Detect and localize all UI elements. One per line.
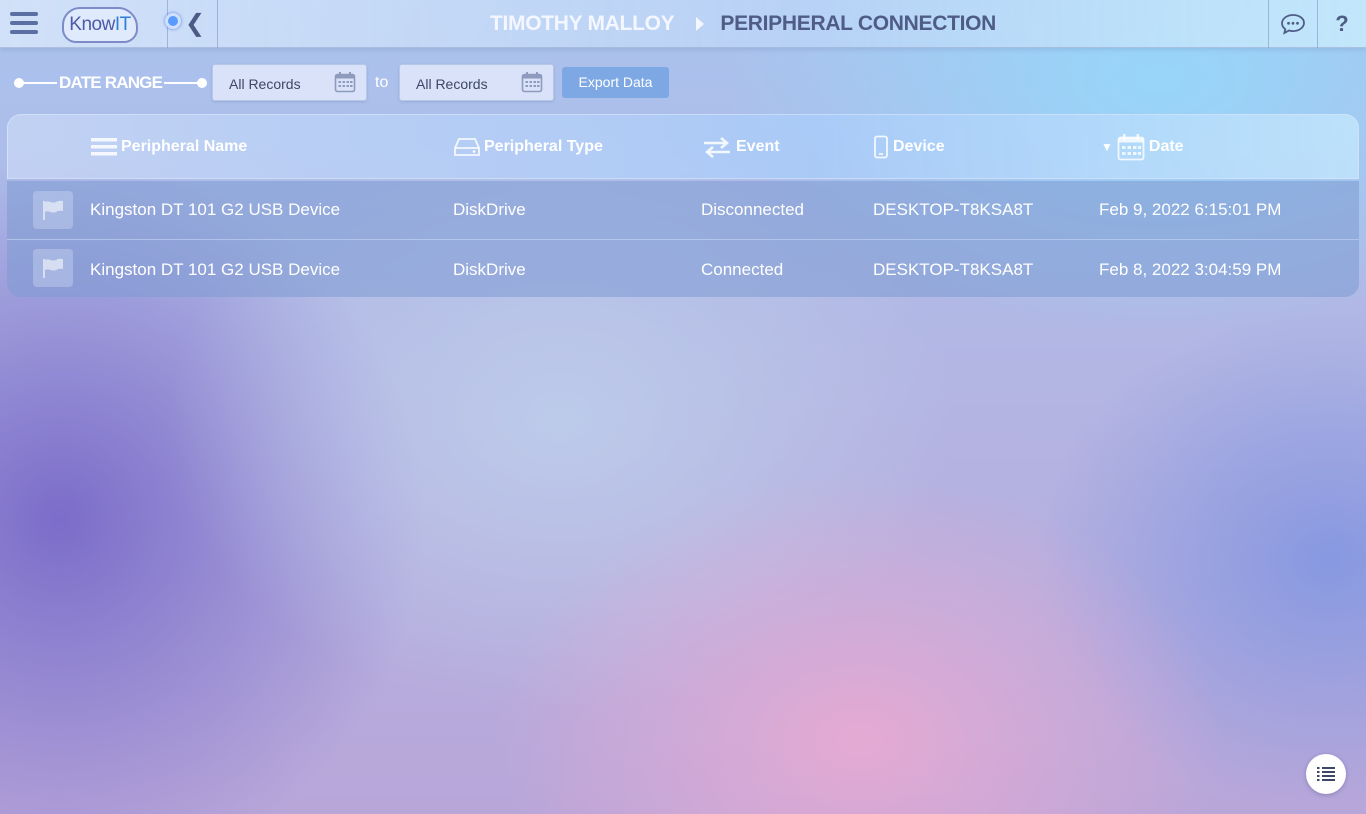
date-cell: Feb 9, 2022 6:15:01 PM	[1099, 200, 1282, 219]
device-cell: DESKTOP-T8KSA8T	[873, 200, 1034, 219]
table-body: Kingston DT 101 G2 USB Device DiskDrive …	[7, 181, 1359, 297]
calendar-icon	[1117, 134, 1145, 161]
help-button[interactable]: ?	[1317, 0, 1366, 48]
to-label: to	[375, 74, 389, 91]
range-dot-icon	[197, 78, 207, 88]
column-label: Peripheral Type	[484, 138, 603, 155]
table-row[interactable]: Kingston DT 101 G2 USB Device DiskDrive …	[7, 181, 1359, 239]
column-header-date[interactable]: ▼ Date	[1101, 134, 1184, 161]
column-header-event[interactable]: Event	[702, 135, 780, 159]
calendar-icon[interactable]	[521, 71, 543, 93]
flag-icon	[43, 200, 63, 220]
hamburger-menu-icon[interactable]	[0, 0, 48, 48]
date-range-filter: DATE RANGE All Records to All Records Ex	[14, 64, 694, 102]
status-dot-icon	[165, 13, 181, 29]
flag-icon	[43, 258, 63, 278]
date-to-value: All Records	[416, 76, 488, 92]
range-line	[19, 82, 57, 84]
export-data-button[interactable]: Export Data	[562, 67, 669, 98]
column-header-device[interactable]: Device	[873, 135, 945, 159]
peripheral-name-cell: Kingston DT 101 G2 USB Device	[90, 200, 341, 219]
breadcrumb-user[interactable]: TIMOTHY MALLOY	[490, 12, 675, 36]
flag-button[interactable]	[33, 191, 73, 229]
peripheral-type-cell: DiskDrive	[453, 260, 526, 279]
logo-suffix: IT	[114, 14, 131, 35]
device-cell: DESKTOP-T8KSA8T	[873, 260, 1034, 279]
date-from-input[interactable]: All Records	[212, 64, 367, 101]
calendar-icon[interactable]	[334, 71, 356, 93]
breadcrumb: TIMOTHY MALLOY PERIPHERAL CONNECTION	[218, 0, 1268, 48]
column-header-peripheral-type[interactable]: Peripheral Type	[454, 135, 603, 159]
date-range-label: DATE RANGE	[59, 73, 163, 92]
peripheral-name-cell: Kingston DT 101 G2 USB Device	[90, 260, 341, 279]
list-icon	[1317, 767, 1335, 781]
table-row[interactable]: Kingston DT 101 G2 USB Device DiskDrive …	[7, 239, 1359, 297]
page-title: PERIPHERAL CONNECTION	[720, 12, 997, 35]
event-cell: Connected	[701, 260, 784, 279]
chat-button[interactable]	[1268, 0, 1317, 48]
date-cell: Feb 8, 2022 3:04:59 PM	[1099, 260, 1282, 279]
column-label: Device	[893, 138, 945, 155]
mobile-phone-icon	[874, 135, 888, 159]
column-header-peripheral-name[interactable]: Peripheral Name	[91, 135, 247, 159]
swap-arrows-icon	[704, 137, 730, 158]
sort-descending-icon[interactable]: ▼	[1101, 140, 1113, 154]
column-label: Event	[736, 138, 780, 155]
date-to-input[interactable]: All Records	[399, 64, 554, 101]
date-from-value: All Records	[229, 76, 301, 92]
hard-drive-icon	[454, 138, 480, 156]
knowit-logo: Know IT	[62, 7, 138, 43]
chat-bubble-icon	[1281, 14, 1305, 35]
list-view-button[interactable]	[1306, 754, 1346, 794]
logo-prefix: Know	[69, 14, 115, 35]
top-bar: Know IT ❮ TIMOTHY MALLOY PERIPHERAL CONNE…	[0, 0, 1366, 48]
chevron-left-icon[interactable]: ❮	[182, 10, 208, 38]
column-label: Peripheral Name	[121, 138, 248, 155]
event-cell: Disconnected	[701, 200, 805, 219]
breadcrumb-arrow-icon	[696, 17, 705, 31]
column-label: Date	[1148, 138, 1184, 155]
flag-button[interactable]	[33, 249, 73, 287]
list-lines-icon	[91, 138, 117, 156]
table-header: Peripheral Name Peripheral Type Event De…	[7, 114, 1359, 179]
peripheral-type-cell: DiskDrive	[453, 200, 526, 219]
